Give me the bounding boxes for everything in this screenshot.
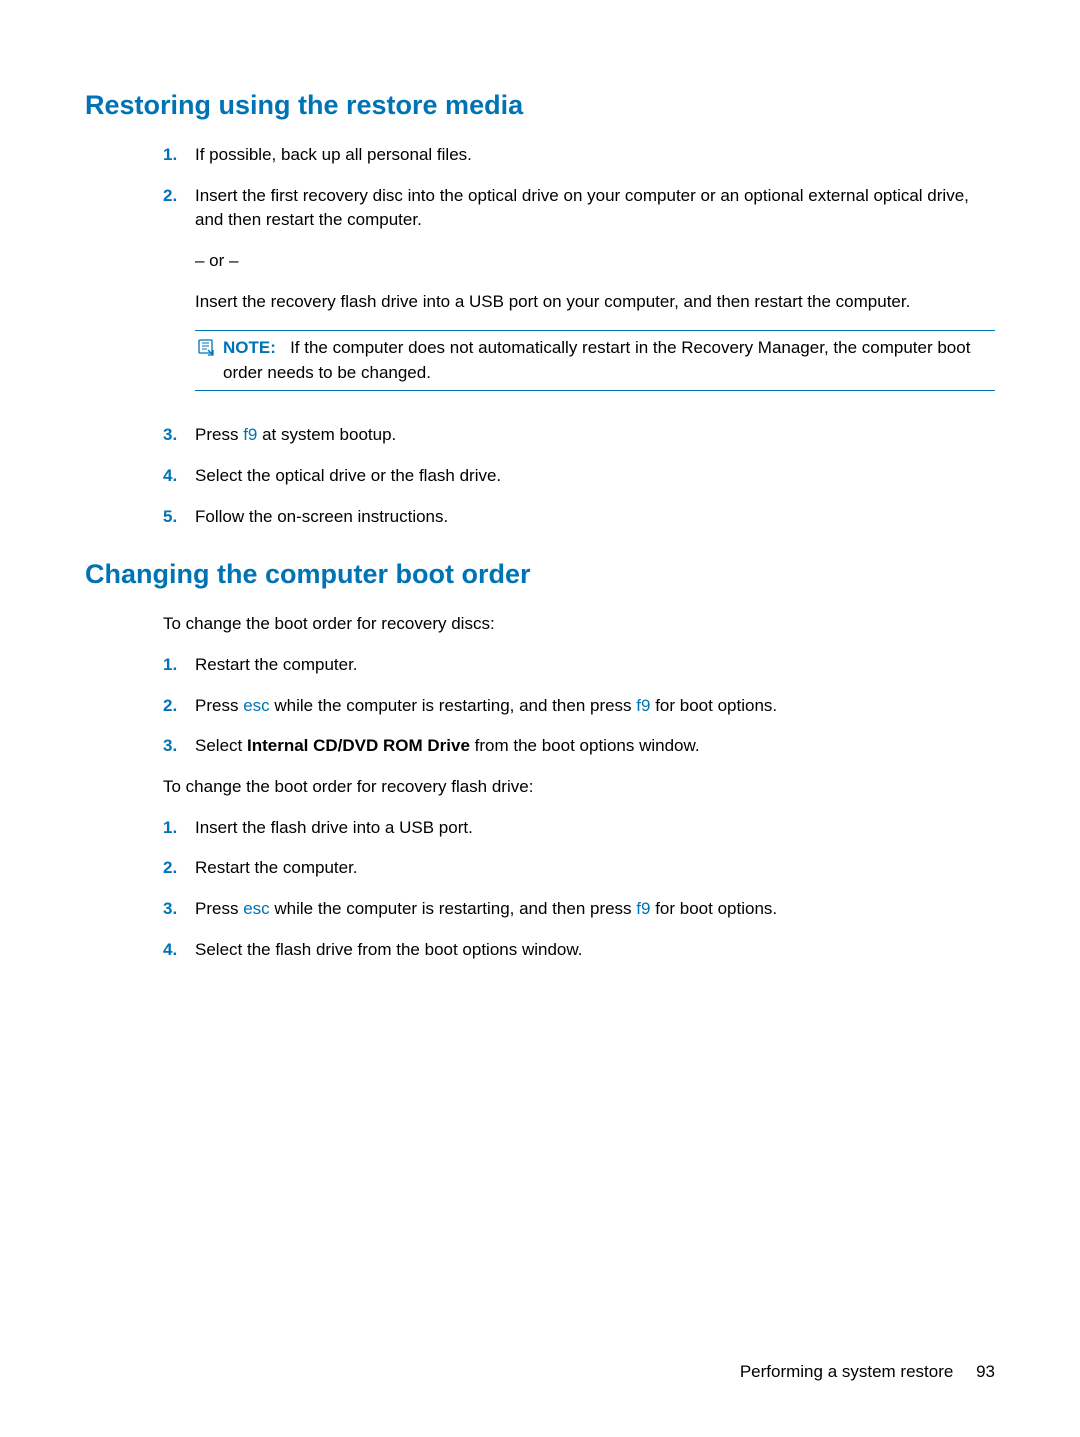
restore-media-list: 1. If possible, back up all personal fil… <box>85 143 995 529</box>
list-item: 1. Insert the flash drive into a USB por… <box>163 816 995 841</box>
item2-main: Insert the first recovery disc into the … <box>195 184 995 233</box>
list-item: 3. Select Internal CD/DVD ROM Drive from… <box>163 734 995 759</box>
list-marker: 3. <box>163 734 195 759</box>
list-text: Select Internal CD/DVD ROM Drive from th… <box>195 734 995 759</box>
text-pre: Press <box>195 899 243 918</box>
list-marker: 2. <box>163 184 195 408</box>
list-item: 3. Press f9 at system bootup. <box>163 423 995 448</box>
list-text: Restart the computer. <box>195 856 995 881</box>
f9-key: f9 <box>243 425 257 444</box>
item2-alt: Insert the recovery flash drive into a U… <box>195 290 995 315</box>
list-text: Press esc while the computer is restarti… <box>195 694 995 719</box>
drive-name: Internal CD/DVD ROM Drive <box>247 736 470 755</box>
boot-order-discs-list: 1. Restart the computer. 2. Press esc wh… <box>85 653 995 759</box>
list-item: 5. Follow the on-screen instructions. <box>163 505 995 530</box>
text-post: from the boot options window. <box>470 736 700 755</box>
list-text: Insert the flash drive into a USB port. <box>195 816 995 841</box>
list-item: 2. Restart the computer. <box>163 856 995 881</box>
list-text: Select the optical drive or the flash dr… <box>195 464 995 489</box>
list-text: Press f9 at system bootup. <box>195 423 995 448</box>
page-content: Restoring using the restore media 1. If … <box>0 0 1080 1038</box>
text-pre: Press <box>195 696 243 715</box>
list-item: 3. Press esc while the computer is resta… <box>163 897 995 922</box>
list-marker: 4. <box>163 938 195 963</box>
list-marker: 1. <box>163 143 195 168</box>
text-post: for boot options. <box>650 696 777 715</box>
page-footer: Performing a system restore 93 <box>740 1362 995 1382</box>
or-separator: – or – <box>195 249 995 274</box>
list-item: 4. Select the flash drive from the boot … <box>163 938 995 963</box>
list-item: 4. Select the optical drive or the flash… <box>163 464 995 489</box>
note-box: NOTE: If the computer does not automatic… <box>195 330 995 391</box>
text-post: for boot options. <box>650 899 777 918</box>
list-text: Restart the computer. <box>195 653 995 678</box>
note-content: NOTE: If the computer does not automatic… <box>223 336 995 385</box>
list-marker: 3. <box>163 423 195 448</box>
list-marker: 5. <box>163 505 195 530</box>
boot-order-flash-list: 1. Insert the flash drive into a USB por… <box>85 816 995 963</box>
heading-restoring: Restoring using the restore media <box>85 90 995 121</box>
text-post: at system bootup. <box>257 425 396 444</box>
list-marker: 3. <box>163 897 195 922</box>
text-pre: Press <box>195 425 243 444</box>
heading-boot-order: Changing the computer boot order <box>85 559 995 590</box>
list-marker: 2. <box>163 856 195 881</box>
f9-key: f9 <box>636 696 650 715</box>
list-text-block: Insert the first recovery disc into the … <box>195 184 995 408</box>
list-text: Follow the on-screen instructions. <box>195 505 995 530</box>
page-number: 93 <box>976 1362 995 1381</box>
intro-discs: To change the boot order for recovery di… <box>85 612 995 637</box>
list-item: 1. Restart the computer. <box>163 653 995 678</box>
note-label: NOTE: <box>223 338 276 357</box>
list-marker: 1. <box>163 653 195 678</box>
list-text: Select the flash drive from the boot opt… <box>195 938 995 963</box>
footer-section-title: Performing a system restore <box>740 1362 954 1381</box>
text-mid: while the computer is restarting, and th… <box>270 696 637 715</box>
list-text: If possible, back up all personal files. <box>195 143 995 168</box>
intro-flash: To change the boot order for recovery fl… <box>85 775 995 800</box>
list-text: Press esc while the computer is restarti… <box>195 897 995 922</box>
text-mid: while the computer is restarting, and th… <box>270 899 637 918</box>
list-marker: 2. <box>163 694 195 719</box>
list-item: 2. Insert the first recovery disc into t… <box>163 184 995 408</box>
text-pre: Select <box>195 736 247 755</box>
list-item: 2. Press esc while the computer is resta… <box>163 694 995 719</box>
list-item: 1. If possible, back up all personal fil… <box>163 143 995 168</box>
note-icon <box>195 337 217 365</box>
esc-key: esc <box>243 696 269 715</box>
list-marker: 1. <box>163 816 195 841</box>
note-body: If the computer does not automatically r… <box>223 338 970 382</box>
esc-key: esc <box>243 899 269 918</box>
list-marker: 4. <box>163 464 195 489</box>
f9-key: f9 <box>636 899 650 918</box>
